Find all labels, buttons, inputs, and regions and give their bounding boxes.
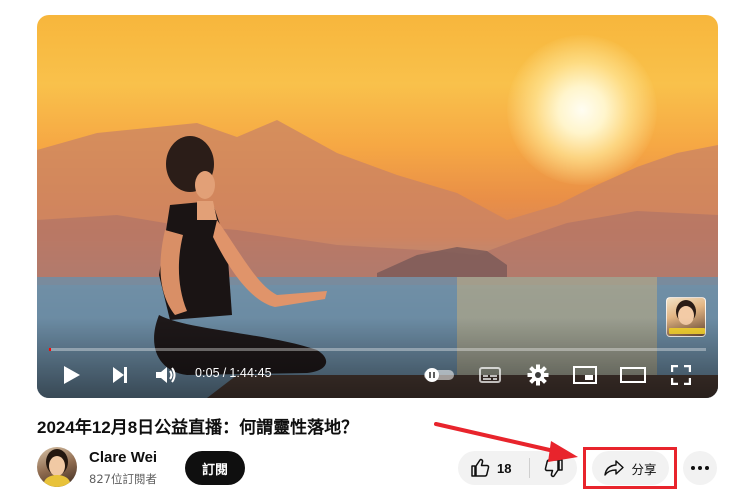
duration: 1:44:45: [229, 366, 272, 380]
thumbs-down-icon: [544, 459, 563, 478]
playback-time: 0:05/1:44:45: [195, 366, 272, 380]
subscribe-button[interactable]: 訂閱: [185, 451, 245, 485]
like-dislike-group: 18: [458, 451, 577, 485]
miniplayer-button[interactable]: [570, 360, 600, 390]
like-button[interactable]: 18: [458, 451, 529, 485]
video-title: 2024年12月8日公益直播：何謂靈性落地？: [37, 418, 359, 437]
subscriber-count: 827位訂閱者: [89, 472, 157, 486]
next-video-button[interactable]: [105, 360, 135, 390]
progress-bar[interactable]: [49, 348, 706, 351]
autoplay-toggle[interactable]: [421, 360, 457, 390]
like-count: 18: [497, 460, 512, 476]
share-highlight-box: [583, 447, 677, 489]
theater-mode-button[interactable]: [618, 360, 648, 390]
settings-gear-icon: [527, 364, 549, 386]
time-separator: /: [222, 366, 227, 380]
fullscreen-button[interactable]: [666, 360, 696, 390]
dislike-button[interactable]: [530, 451, 577, 485]
theater-mode-icon: [620, 367, 646, 383]
progress-bar-played: [49, 348, 51, 351]
more-actions-button[interactable]: [683, 451, 717, 485]
channel-name[interactable]: Clare Wei: [89, 449, 157, 466]
channel-avatar[interactable]: [37, 447, 77, 487]
subtitles-icon: [479, 367, 501, 383]
video-player[interactable]: 0:05/1:44:45: [37, 15, 718, 398]
thumbs-up-icon: [471, 458, 490, 477]
volume-button[interactable]: [151, 360, 181, 390]
play-button[interactable]: [57, 360, 87, 390]
next-icon: [113, 367, 127, 383]
current-time: 0:05: [195, 366, 220, 380]
fullscreen-icon: [671, 365, 691, 385]
miniplayer-icon: [573, 366, 597, 384]
volume-icon: [156, 367, 176, 383]
subtitles-button[interactable]: [475, 360, 505, 390]
settings-button[interactable]: [523, 360, 553, 390]
play-icon: [64, 366, 80, 384]
more-horizontal-icon: [691, 466, 709, 470]
autoplay-toggle-icon: [424, 368, 454, 382]
controls-overlay: [37, 318, 718, 398]
